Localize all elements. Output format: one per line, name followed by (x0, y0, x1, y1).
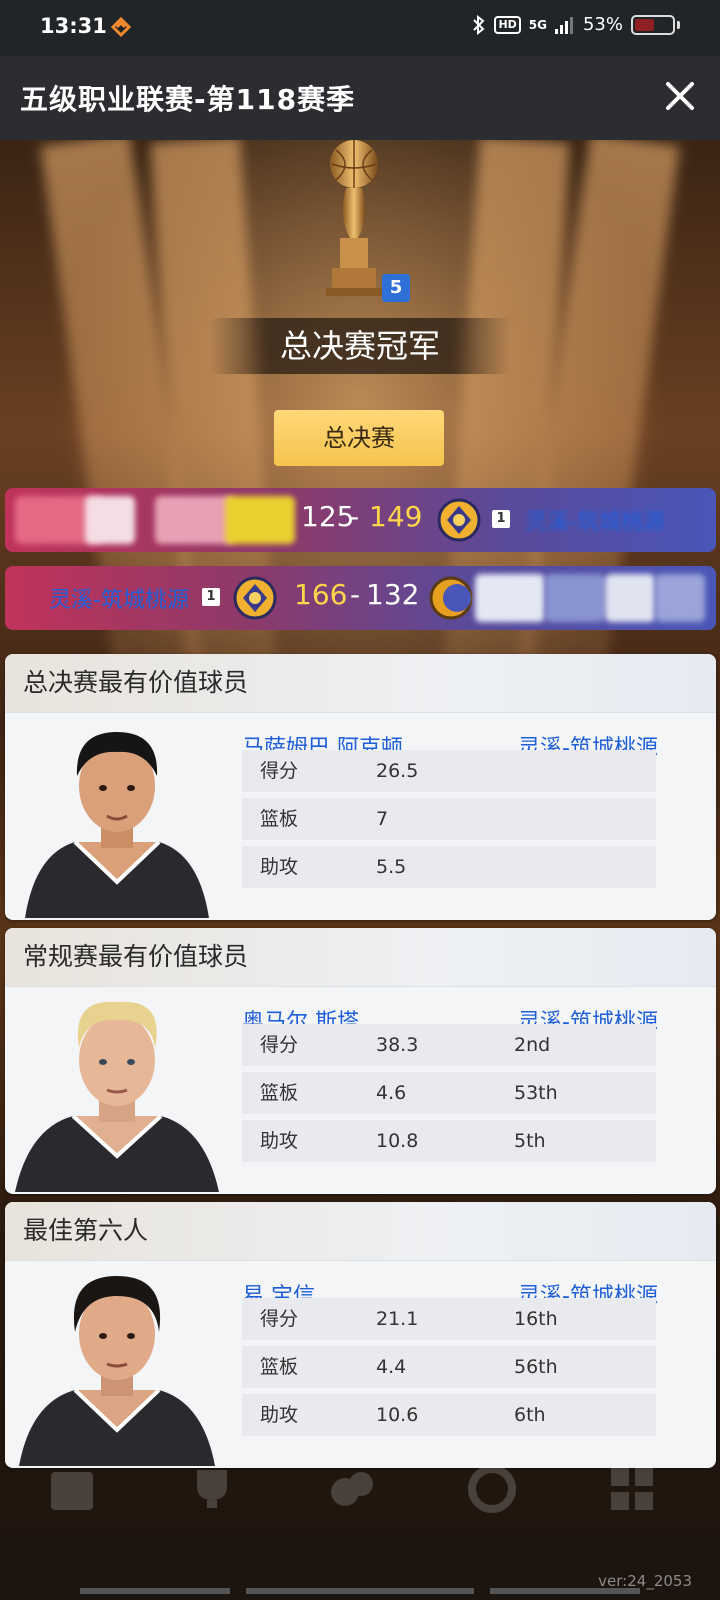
team-logo-icon (437, 498, 481, 542)
stat-row-assists: 助攻 10.6 6th (242, 1394, 656, 1436)
hd-badge: HD (494, 15, 521, 34)
award-card-finals-mvp[interactable]: 总决赛最有价值球员 马萨姆巴 阿克顿 灵溪-筑城桃源 得分 26.5 篮板 7 … (5, 654, 716, 920)
player-portrait (5, 988, 229, 1192)
obscured-team-name (655, 574, 705, 622)
obscured-team-name (155, 496, 235, 544)
stat-row-assists: 助攻 5.5 (242, 846, 656, 888)
header: 五级职业联赛-第118赛季 (0, 56, 720, 140)
stat-rank: 2nd (514, 1034, 551, 1056)
game-row[interactable]: 灵溪-筑城桃源 1 166 - 132 (5, 566, 716, 630)
score-separator: - (349, 500, 360, 533)
score-separator: - (350, 578, 361, 611)
stat-label: 得分 (260, 760, 299, 782)
nav-item-trophy[interactable] (172, 1462, 252, 1529)
stat-row-rebounds: 篮板 4.4 56th (242, 1346, 656, 1388)
left-score: 125 (301, 500, 355, 533)
award-card-regular-season-mvp[interactable]: 常规赛最有价值球员 奥马尔 斯塔 灵溪-筑城桃源 得分 38.3 2nd 篮板 … (5, 928, 716, 1194)
bottom-nav (0, 1440, 720, 1570)
version-label: ver:24_2053 (598, 1572, 692, 1590)
nav-item-more[interactable] (592, 1462, 672, 1529)
left-team-name: 灵溪-筑城桃源 (49, 588, 189, 613)
stat-row-rebounds: 篮板 7 (242, 798, 656, 840)
obscured-team-logo (225, 496, 295, 544)
team-logo-icon (233, 576, 277, 620)
seed-badge: 1 (202, 588, 220, 606)
stat-value: 5.5 (376, 856, 407, 878)
stat-label: 得分 (260, 1308, 299, 1330)
stat-value: 7 (376, 808, 389, 830)
stat-label: 篮板 (260, 1356, 299, 1378)
stat-label: 助攻 (260, 1404, 299, 1426)
close-icon[interactable] (658, 74, 702, 118)
stat-value: 38.3 (376, 1034, 419, 1056)
stat-value: 10.8 (376, 1130, 419, 1152)
stat-value: 4.4 (376, 1356, 407, 1378)
award-title: 最佳第六人 (5, 1202, 716, 1261)
right-team-name: 灵溪-筑城桃源 (525, 510, 665, 535)
obscured-team-name (475, 574, 545, 622)
stat-rank: 6th (514, 1404, 546, 1426)
stat-rank: 53th (514, 1082, 558, 1104)
stat-label: 篮板 (260, 1082, 299, 1104)
status-time: 13:31 (40, 14, 107, 38)
stat-value: 21.1 (376, 1308, 419, 1330)
nav-item-operations[interactable] (452, 1462, 532, 1529)
award-title: 常规赛最有价值球员 (5, 928, 716, 987)
trophy-count-badge: 5 (382, 274, 410, 302)
nav-indicator (80, 1588, 230, 1594)
network-label: 5G (528, 17, 547, 32)
battery-percent: 53% (582, 14, 623, 35)
stat-value: 26.5 (376, 760, 419, 782)
stat-label: 篮板 (260, 808, 299, 830)
obscured-team-name (545, 574, 605, 622)
bluetooth-icon (473, 14, 485, 35)
coins-icon (331, 1472, 373, 1506)
nav-item-finance[interactable] (312, 1462, 392, 1529)
stat-label: 助攻 (260, 856, 299, 878)
right-score: 149 (369, 500, 423, 533)
stat-value: 10.6 (376, 1404, 419, 1426)
nav-indicator (246, 1588, 474, 1594)
right-score: 132 (366, 578, 420, 611)
stat-label: 得分 (260, 1034, 299, 1056)
stat-row-points: 得分 21.1 16th (242, 1298, 656, 1340)
team-logo-icon (429, 576, 473, 620)
finals-button[interactable]: 总决赛 (274, 410, 444, 466)
obscured-team-name (605, 574, 655, 622)
stat-value: 4.6 (376, 1082, 407, 1104)
trophy-nav-icon (197, 1470, 227, 1508)
champion-label: 总决赛冠军 (210, 318, 510, 374)
seed-badge: 1 (492, 510, 510, 528)
stat-row-points: 得分 38.3 2nd (242, 1024, 656, 1066)
left-score: 166 (294, 578, 348, 611)
stat-row-assists: 助攻 10.8 5th (242, 1120, 656, 1162)
award-title: 总决赛最有价值球员 (5, 654, 716, 713)
player-portrait (5, 1262, 229, 1466)
stat-rank: 5th (514, 1130, 546, 1152)
app-notification-icon (110, 17, 132, 37)
signal-icon (554, 16, 573, 34)
status-bar: 13:31 HD 5G 53% (0, 0, 720, 56)
recycle-icon (468, 1465, 516, 1513)
player-portrait (5, 714, 229, 918)
calendar-icon (51, 1472, 93, 1510)
battery-tip (677, 20, 680, 29)
page-title: 五级职业联赛-第118赛季 (20, 83, 356, 116)
stat-row-points: 得分 26.5 (242, 750, 656, 792)
obscured-team-name (85, 496, 135, 544)
award-card-sixth-man[interactable]: 最佳第六人 易 宝信 灵溪-筑城桃源 得分 21.1 16th 篮板 4.4 5… (5, 1202, 716, 1468)
stat-label: 助攻 (260, 1130, 299, 1152)
battery-icon (631, 14, 675, 35)
game-row[interactable]: 125 - 149 1 灵溪-筑城桃源 (5, 488, 716, 552)
stat-rank: 16th (514, 1308, 558, 1330)
battery-fill (635, 18, 654, 31)
status-indicators: HD 5G 53% (472, 14, 680, 35)
stat-rank: 56th (514, 1356, 558, 1378)
trophy-icon (326, 140, 382, 296)
nav-item-schedule[interactable] (32, 1462, 112, 1529)
stat-row-rebounds: 篮板 4.6 53th (242, 1072, 656, 1114)
grid-icon (611, 1468, 653, 1510)
